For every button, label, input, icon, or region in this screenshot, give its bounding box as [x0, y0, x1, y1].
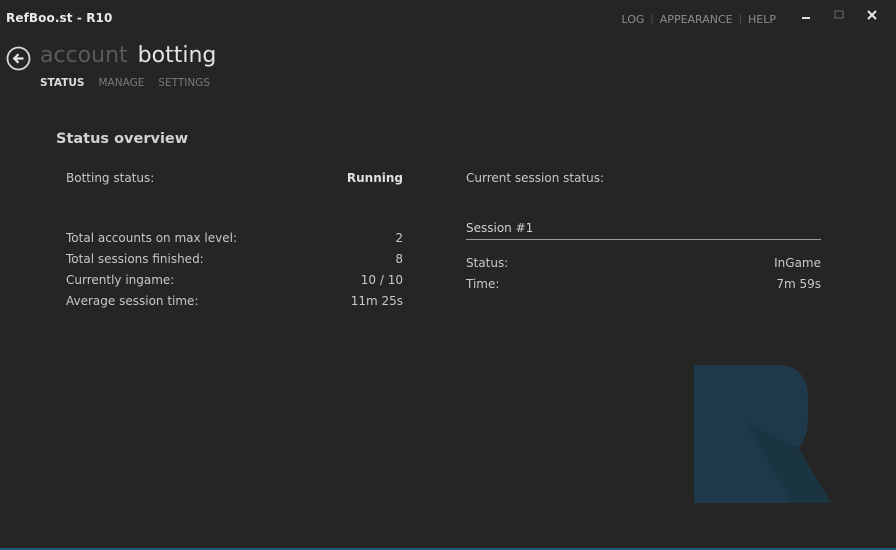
page-title: account botting [40, 43, 216, 68]
refboost-logo-icon [694, 365, 831, 503]
botting-status-value: Running [346, 171, 403, 185]
page-title-context: account [40, 43, 128, 68]
maximize-icon [834, 10, 843, 19]
tab-status[interactable]: STATUS [40, 77, 84, 89]
stat-value: 10 / 10 [360, 273, 403, 287]
stat-value: 11m 25s [350, 294, 403, 308]
section-title: Status overview [56, 131, 189, 147]
botting-status-row: Botting status: Running [66, 171, 403, 185]
stat-label: Average session time: [66, 294, 199, 308]
tab-manage[interactable]: MANAGE [98, 77, 144, 89]
maximize-button[interactable] [822, 6, 855, 24]
session-status-label: Status: [466, 256, 509, 270]
current-session-header: Current session status: [466, 171, 821, 185]
stat-row: Total accounts on max level: 2 [66, 231, 403, 245]
close-icon [866, 10, 877, 20]
stat-value: 8 [395, 252, 403, 266]
minimize-button[interactable] [789, 6, 822, 24]
back-button[interactable] [6, 46, 31, 71]
stat-row: Currently ingame: 10 / 10 [66, 273, 403, 287]
session-time-label: Time: [466, 277, 500, 291]
stat-row: Total sessions finished: 8 [66, 252, 403, 266]
tab-settings[interactable]: SETTINGS [158, 77, 210, 89]
minimize-icon [801, 17, 810, 19]
app-window: RefBoo.st - R10 LOG | APPEARANCE | HELP [0, 0, 896, 550]
refboost-logo [694, 365, 831, 503]
stat-row: Average session time: 11m 25s [66, 294, 403, 308]
botting-status-label: Botting status: [66, 171, 155, 185]
stat-label: Total sessions finished: [66, 252, 204, 266]
stat-label: Total accounts on max level: [66, 231, 238, 245]
current-session-label: Current session status: [466, 171, 605, 185]
app-title: RefBoo.st - R10 [6, 11, 113, 25]
menu-separator: | [650, 14, 654, 25]
menu-separator: | [738, 14, 743, 25]
menu-help[interactable]: HELP [748, 13, 776, 26]
stat-value: 2 [395, 231, 403, 245]
close-button[interactable] [855, 6, 888, 24]
stat-label: Currently ingame: [66, 273, 175, 287]
session-status-value: InGame [774, 256, 821, 270]
session-divider [466, 239, 821, 240]
top-menu: LOG | APPEARANCE | HELP [621, 13, 776, 26]
session-time-row: Time: 7m 59s [466, 277, 821, 291]
session-name: Session #1 [466, 221, 534, 235]
session-status-row: Status: InGame [466, 256, 821, 270]
menu-appearance[interactable]: APPEARANCE [660, 13, 733, 26]
menu-log[interactable]: LOG [621, 13, 644, 26]
session-time-value: 7m 59s [776, 277, 821, 291]
window-controls [789, 6, 888, 24]
back-arrow-icon [6, 46, 31, 71]
page-title-main: botting [137, 43, 217, 68]
tab-bar: STATUS MANAGE SETTINGS [40, 77, 224, 89]
